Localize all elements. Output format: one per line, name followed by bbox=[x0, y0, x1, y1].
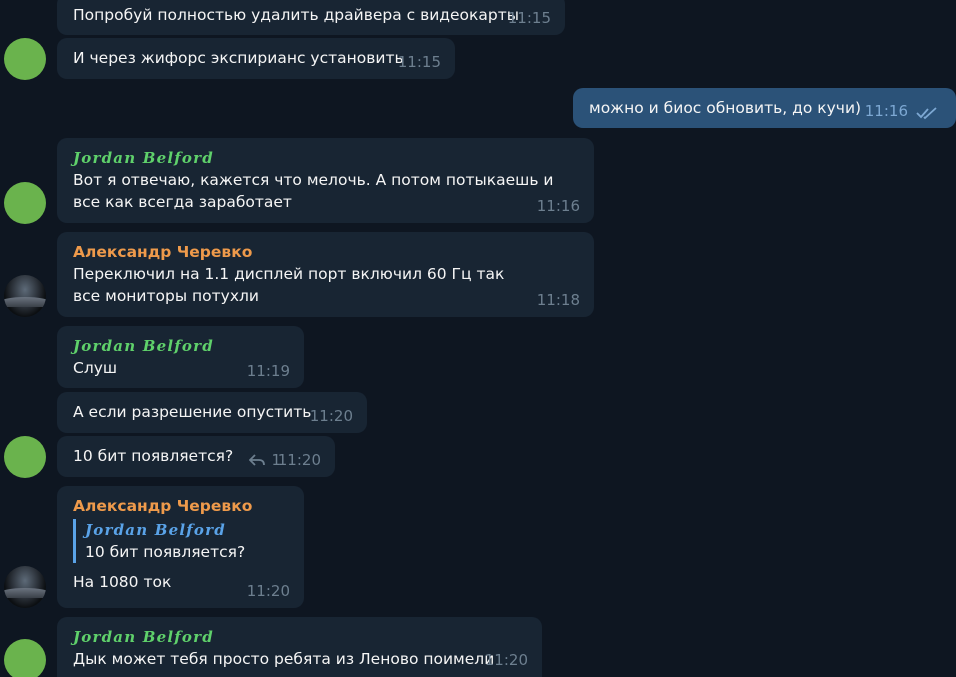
message-time: 11:15 bbox=[397, 53, 441, 71]
chat-message-list[interactable]: Попробуй полностью удалить драйвера с ви… bbox=[0, 0, 956, 677]
message-time: 11:18 bbox=[536, 291, 580, 309]
avatar[interactable] bbox=[4, 436, 46, 478]
message-bubble[interactable]: Попробуй полностью удалить драйвера с ви… bbox=[57, 0, 565, 35]
avatar[interactable] bbox=[4, 275, 46, 317]
message-time: 11:20 bbox=[277, 451, 321, 469]
message-bubble[interactable]: Александр Черевко Jordan Belford 10 бит … bbox=[57, 486, 304, 608]
avatar[interactable] bbox=[4, 566, 46, 608]
message-bubble[interactable]: И через жифорс экспирианс установить 11:… bbox=[57, 38, 455, 79]
reply-quote[interactable]: Jordan Belford 10 бит появляется? bbox=[73, 519, 288, 563]
sender-name[interactable]: Jordan Belford bbox=[73, 147, 578, 169]
avatar[interactable] bbox=[4, 38, 46, 80]
reply-arrow-icon bbox=[249, 454, 266, 466]
message-bubble[interactable]: А если разрешение опустить 11:20 bbox=[57, 392, 367, 433]
quote-text: 10 бит появляется? bbox=[85, 543, 246, 561]
message-text: Попробуй полностью удалить драйвера с ви… bbox=[73, 6, 520, 24]
message-bubble[interactable]: Александр Черевко Переключил на 1.1 дисп… bbox=[57, 232, 594, 317]
avatar[interactable] bbox=[4, 182, 46, 224]
message-bubble[interactable]: Jordan Belford Слуш 11:19 bbox=[57, 326, 304, 388]
message-time: 11:20 bbox=[246, 582, 290, 600]
message-time: 11:16 bbox=[864, 102, 908, 120]
message-time: 11:20 bbox=[309, 407, 353, 425]
message-time: 11:15 bbox=[507, 9, 551, 27]
message-time: 11:16 bbox=[536, 197, 580, 215]
message-bubble[interactable]: Jordan Belford Дык может тебя просто реб… bbox=[57, 617, 542, 677]
message-bubble[interactable]: 10 бит появляется? 1 11:20 bbox=[57, 436, 335, 477]
double-check-icon bbox=[916, 107, 937, 120]
message-bubble-outgoing[interactable]: можно и биос обновить, до кучи) 11:16 bbox=[573, 88, 956, 128]
quote-sender-name: Jordan Belford bbox=[85, 521, 226, 539]
message-time: 11:19 bbox=[246, 362, 290, 380]
sender-name[interactable]: Jordan Belford bbox=[73, 335, 288, 357]
message-text: Вот я отвечаю, кажется что мелочь. А пот… bbox=[73, 171, 554, 211]
message-bubble[interactable]: Jordan Belford Вот я отвечаю, кажется чт… bbox=[57, 138, 594, 223]
sender-name[interactable]: Александр Черевко bbox=[73, 241, 578, 263]
message-text: Дык может тебя просто ребята из Леново п… bbox=[73, 650, 495, 668]
message-time: 11:20 bbox=[484, 651, 528, 669]
message-text: Переключил на 1.1 дисплей порт включил 6… bbox=[73, 265, 505, 305]
sender-name[interactable]: Jordan Belford bbox=[73, 626, 526, 648]
reply-count[interactable]: 1 bbox=[249, 449, 281, 471]
message-text: И через жифорс экспирианс установить bbox=[73, 49, 404, 67]
sender-name[interactable]: Александр Черевко bbox=[73, 495, 288, 517]
avatar[interactable] bbox=[4, 639, 46, 677]
